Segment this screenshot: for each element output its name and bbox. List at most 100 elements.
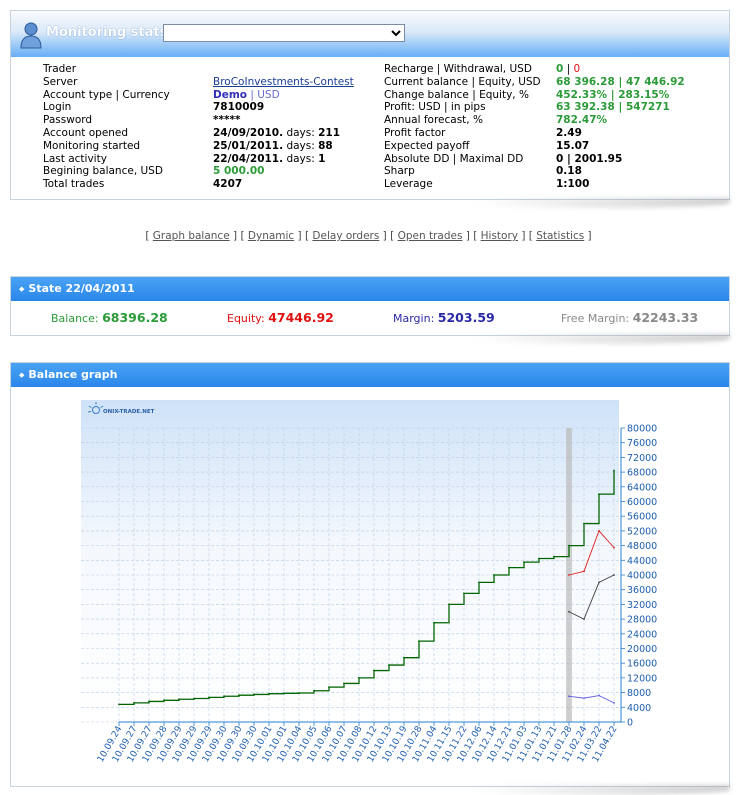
stat-value: 4207 (213, 178, 383, 191)
diamond-icon: ◆ (19, 285, 25, 293)
left-stats-labels: Trader Server Account type | Currency Login… (43, 63, 213, 191)
stat-label-text: Leverage (384, 178, 433, 191)
y-tick-label: 76000 (627, 438, 657, 449)
stat-value-text: 7810009 (213, 101, 265, 114)
equity-label: Equity: (227, 312, 265, 325)
account-select[interactable] (163, 24, 405, 42)
server-link[interactable]: BroCoInvestments-Contest (213, 76, 354, 88)
annual-forecast-value: 782.47% (556, 114, 608, 127)
stat-value: 2.49 (556, 127, 726, 140)
date-value: 25/01/2011. (213, 139, 284, 152)
stat-label-text: Change balance | Equity, % (384, 88, 529, 101)
data-point (328, 686, 330, 688)
data-point (568, 610, 570, 613)
stat-value: 24/09/2010. days: 211 (213, 127, 383, 140)
separator: | (614, 75, 626, 88)
right-stats-values: 0 | 0 68 396.28 | 47 446.92 452.33% | 283.… (556, 63, 726, 191)
nav-links: [ Graph balance ] [ Dynamic ] [ Delay or… (0, 230, 737, 242)
y-axis: 8000076000720006800064000600005600052000… (620, 424, 657, 729)
state-panel: ◆ State 22/04/2011 Balance: 68396.28 Equi… (10, 276, 730, 336)
balance-graph-panel: ◆ Balance graph ONIX-TRADE.NET 80000 76000… (10, 362, 730, 787)
data-point (163, 699, 165, 702)
margin-value: 5203.59 (437, 310, 495, 325)
stat-label: Leverage (384, 178, 556, 191)
nav-link-dynamic[interactable]: Dynamic (248, 230, 294, 242)
stat-label: Change balance | Equity, % (384, 89, 556, 102)
panel-shadow (470, 198, 730, 208)
days-value: 88 (318, 139, 333, 152)
data-point (613, 469, 615, 472)
separator: | (563, 152, 575, 165)
days-label: days: (283, 126, 319, 139)
user-avatar-icon (20, 22, 42, 49)
separator: | (614, 101, 626, 114)
free-margin-label: Free Margin: (561, 312, 630, 325)
stat-label: Annual forecast, % (384, 114, 556, 127)
plot-background (81, 400, 619, 722)
stat-label: Profit: USD | in pips (384, 101, 556, 114)
stat-label: Absolute DD | Maximal DD (384, 153, 556, 166)
data-point (508, 566, 510, 569)
stat-label-text: Account opened (43, 126, 129, 139)
balance-label: Balance: (51, 312, 99, 325)
y-tick-label: 4000 (627, 703, 651, 714)
beginning-balance-value: 5 000.00 (213, 165, 265, 178)
data-point (568, 695, 570, 698)
account-type: Demo (213, 88, 247, 101)
days-value: 1 (318, 152, 326, 165)
stat-value-text: 15.07 (556, 139, 590, 152)
y-tick-label: 8000 (627, 688, 651, 699)
data-point (268, 692, 270, 695)
stat-value-b: 47 446.92 (625, 75, 685, 88)
nav-link-statistics[interactable]: Statistics (536, 230, 584, 242)
stat-label-text: Profit: USD | in pips (384, 101, 486, 114)
right-stats-labels: Recharge | Withdrawal, USD Current balanc… (384, 63, 556, 191)
stat-label-text: Annual forecast, % (384, 114, 483, 127)
data-point (208, 696, 210, 699)
x-axis: 10.09.2410.09.2710.09.2710.09.2810.09.29… (96, 721, 621, 764)
withdrawal-value: 0 (573, 63, 581, 75)
y-tick-label: 36000 (627, 585, 657, 596)
data-point (568, 574, 570, 576)
data-point (283, 692, 285, 695)
nav-link-open-trades[interactable]: Open trades (398, 230, 463, 242)
y-tick-label: 44000 (627, 556, 657, 567)
stat-value-b: 547271 (625, 101, 670, 114)
nav-link-history[interactable]: History (481, 230, 518, 242)
bracket: ] (518, 230, 529, 242)
stat-value: 25/01/2011. days: 88 (213, 140, 383, 153)
y-tick-label: 72000 (627, 453, 657, 464)
data-point (133, 701, 135, 704)
state-header: ◆ State 22/04/2011 (11, 277, 729, 301)
panel-shadow (470, 334, 730, 344)
nav-link-delay-orders[interactable]: Delay orders (312, 230, 379, 242)
monitoring-header: Monitoring stats: (11, 11, 729, 57)
stat-label-text: Expected payoff (384, 139, 470, 152)
stat-label-text: Trader (43, 63, 77, 75)
stat-label: Last activity (43, 153, 213, 166)
stat-label: Password (43, 114, 213, 127)
separator: | (563, 63, 574, 75)
data-point (448, 603, 450, 606)
stat-label: Total trades (43, 178, 213, 191)
stat-value: Demo | USD (213, 89, 383, 102)
stat-value: 5 000.00 (213, 165, 383, 178)
stat-value-text: 2.49 (556, 126, 582, 139)
y-tick-label: 32000 (627, 600, 657, 611)
stat-value-a: 63 392.38 (556, 101, 615, 114)
stat-value: ***** (213, 114, 383, 127)
stat-value-text: ***** (213, 114, 241, 127)
watermark-text: ONIX-TRADE.NET (103, 409, 155, 415)
stat-label: Account opened (43, 127, 213, 140)
stat-label-text: Absolute DD | Maximal DD (384, 152, 524, 165)
nav-link-graph-balance[interactable]: Graph balance (153, 230, 230, 242)
stat-label: Login (43, 101, 213, 114)
data-point (613, 701, 615, 704)
stat-label-text: Total trades (43, 178, 105, 191)
stat-label-text: Recharge | Withdrawal, USD (384, 63, 532, 75)
stat-value: 0.18 (556, 165, 726, 178)
free-margin-value: 42243.33 (632, 310, 699, 325)
stat-value-b: 283.15% (618, 88, 670, 101)
data-point (613, 546, 615, 549)
stat-label: Server (43, 76, 213, 89)
